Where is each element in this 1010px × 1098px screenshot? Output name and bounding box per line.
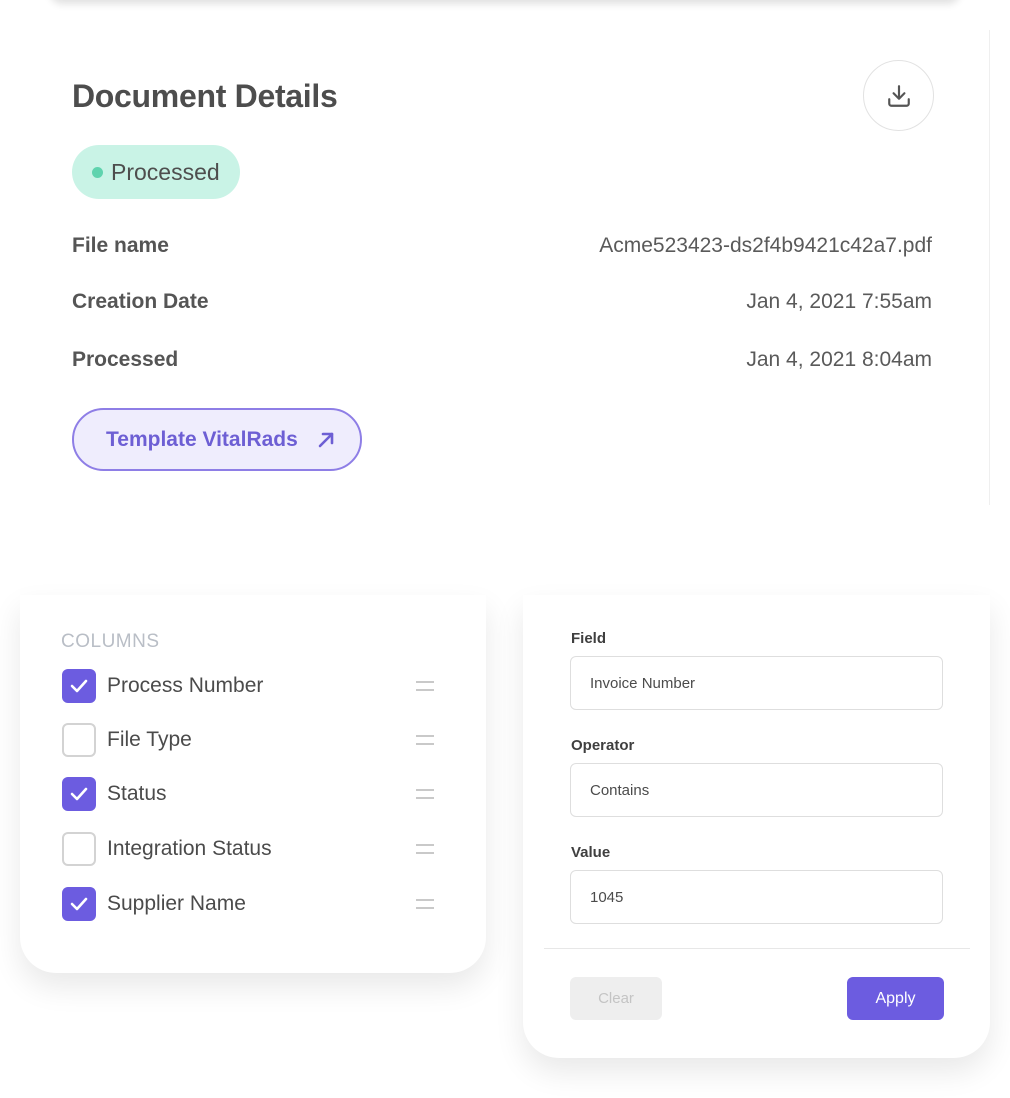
creation-date-value: Jan 4, 2021 7:55am [746,290,932,313]
drag-handle-icon[interactable] [416,735,434,745]
column-checkbox[interactable] [62,887,96,921]
value-text: 1045 [590,888,624,906]
filter-panel: Field Invoice Number Operator Contains V… [523,595,990,1058]
field-value: Invoice Number [590,674,696,692]
processed-date-value: Jan 4, 2021 8:04am [746,348,932,371]
arrow-up-right-icon [318,432,334,447]
creation-date-label: Creation Date [72,290,209,313]
column-label: Integration Status [107,837,272,860]
status-badge: Processed [72,145,240,199]
column-item-status: Status [62,777,434,811]
template-button-label: Template VitalRads [106,427,298,451]
status-label: Processed [111,158,220,185]
column-label: Supplier Name [107,892,246,915]
column-checkbox[interactable] [62,777,96,811]
field-label: Field [571,630,607,647]
file-name-label: File name [72,234,169,257]
column-label: File Type [107,728,192,751]
processed-date-label: Processed [72,348,179,371]
drag-handle-icon[interactable] [416,789,434,799]
drag-handle-icon[interactable] [416,681,434,691]
column-item-integration-status: Integration Status [62,832,434,866]
check-icon [70,787,88,801]
check-icon [70,897,88,911]
column-label: Status [107,782,167,805]
column-item-supplier-name: Supplier Name [62,887,434,921]
file-name-row: File name Acme523423-ds2f4b9421c42a7.pdf [72,234,932,258]
file-name-value: Acme523423-ds2f4b9421c42a7.pdf [599,234,932,257]
column-checkbox[interactable] [62,669,96,703]
value-input[interactable]: 1045 [570,870,943,924]
column-label: Process Number [107,674,264,697]
columns-heading: COLUMNS [61,631,160,652]
check-icon [70,679,88,693]
clear-button[interactable]: Clear [570,977,662,1020]
columns-panel: COLUMNS Process Number File Type Status … [20,595,486,973]
download-icon [887,84,910,107]
divider [544,948,970,949]
template-link-button[interactable]: Template VitalRads [72,408,362,471]
creation-date-row: Creation Date Jan 4, 2021 7:55am [72,290,932,314]
status-dot-icon [92,166,103,178]
column-item-file-type: File Type [62,723,434,757]
value-label: Value [571,844,611,861]
field-select[interactable]: Invoice Number [570,656,943,710]
drag-handle-icon[interactable] [416,844,434,854]
operator-select[interactable]: Contains [570,763,943,817]
page-title: Document Details [72,78,338,114]
column-checkbox[interactable] [62,723,96,757]
operator-label: Operator [571,737,635,754]
operator-value: Contains [590,781,650,799]
column-item-process-number: Process Number [62,669,434,703]
column-checkbox[interactable] [62,832,96,866]
drag-handle-icon[interactable] [416,899,434,909]
apply-button[interactable]: Apply [847,977,944,1020]
download-button[interactable] [863,60,934,131]
processed-date-row: Processed Jan 4, 2021 8:04am [72,348,932,372]
document-details-card: Document Details Processed File name Acm… [30,30,990,505]
